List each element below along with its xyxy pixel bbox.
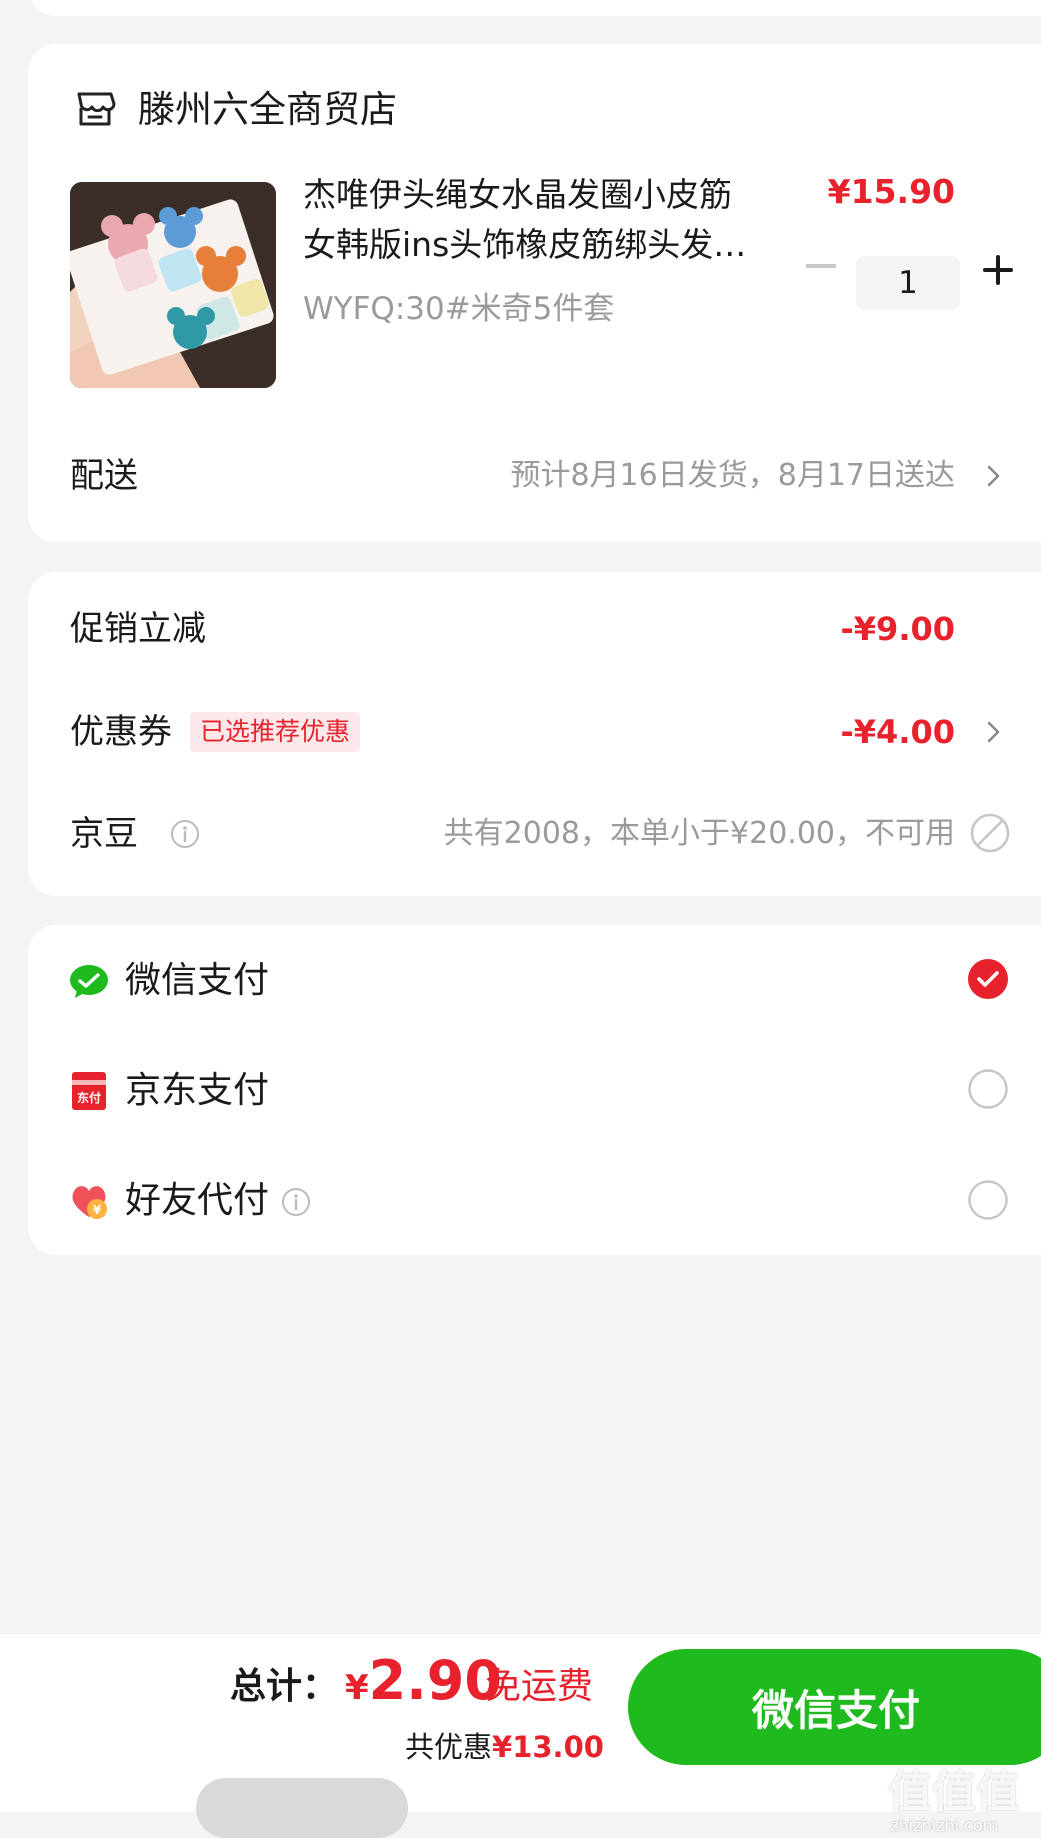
coupon-label[interactable]: 优惠券	[70, 710, 172, 754]
chevron-right-icon[interactable]	[985, 717, 1003, 747]
friend-pay-icon: ¥	[72, 1186, 107, 1219]
payment-method-label[interactable]: 好友代付	[125, 1179, 269, 1223]
radio-unselected-icon[interactable]	[968, 1069, 1008, 1109]
discount-amount: ¥13.00	[492, 1730, 604, 1764]
store-icon	[77, 92, 116, 126]
quantity-decrease-button[interactable]	[806, 264, 836, 268]
svg-text:东付: 东付	[77, 1090, 101, 1105]
home-indicator[interactable]	[196, 1778, 408, 1838]
store-card: 滕州六全商贸店 杰唯伊头绳女水晶发圈小皮筋女韩版ins头饰橡皮筋绑头发发绳	[28, 44, 1041, 542]
discount-card: 促销立减 -¥9.00 优惠券 已选推荐优惠 -¥4.00 京豆 共有2008，…	[28, 572, 1041, 896]
wechat-pay-button[interactable]: 微信支付	[628, 1649, 1041, 1765]
disabled-icon	[970, 813, 1010, 853]
wechat-pay-icon	[70, 965, 108, 998]
previous-card	[28, 0, 1041, 16]
delivery-value[interactable]: 预计8月16日发货，8月17日送达	[510, 454, 955, 498]
quantity-increase-button[interactable]	[980, 252, 1016, 288]
jingdou-label: 京豆	[70, 814, 138, 854]
svg-text:¥: ¥	[93, 1203, 102, 1217]
payment-method-label[interactable]: 微信支付	[125, 959, 269, 1003]
store-name[interactable]: 滕州六全商贸店	[138, 88, 397, 132]
free-shipping-label: 免运费	[485, 1666, 594, 1707]
currency-symbol: ¥	[345, 1668, 369, 1708]
payment-methods-card: 微信支付 东付 京东支付 ¥ 好友代付	[28, 925, 1041, 1255]
checkout-bar: 总计： ¥2.90 免运费 共优惠¥13.00 微信支付 值值值 zhizhiz…	[0, 1633, 1041, 1838]
jingdou-value: 共有2008，本单小于¥20.00，不可用	[443, 816, 955, 851]
total-price: ¥2.90	[345, 1648, 502, 1727]
product-title[interactable]: 杰唯伊头绳女水晶发圈小皮筋女韩版ins头饰橡皮筋绑头发发绳	[303, 170, 753, 270]
total-amount: 2.90	[368, 1649, 502, 1712]
product-price: ¥15.90	[827, 172, 955, 211]
hair-clips-image	[70, 182, 276, 388]
radio-selected-icon[interactable]	[968, 959, 1008, 999]
quantity-input[interactable]: 1	[856, 256, 960, 310]
chevron-right-icon[interactable]	[985, 461, 1003, 491]
radio-unselected-icon[interactable]	[968, 1180, 1008, 1220]
delivery-label: 配送	[70, 456, 138, 496]
promo-value: -¥9.00	[840, 610, 956, 648]
jd-pay-icon: 东付	[72, 1072, 106, 1110]
info-icon[interactable]	[281, 1187, 311, 1217]
product-image[interactable]	[70, 182, 276, 388]
watermark-url: zhizhizhi.com	[890, 1816, 999, 1835]
coupon-badge: 已选推荐优惠	[190, 712, 361, 752]
info-icon[interactable]	[170, 819, 200, 849]
coupon-value[interactable]: -¥4.00	[841, 710, 956, 754]
total-discount[interactable]: 共优惠¥13.00	[405, 1726, 604, 1768]
discount-prefix: 共优惠	[405, 1730, 493, 1764]
promo-label: 促销立减	[70, 609, 206, 649]
total-label: 总计：	[230, 1666, 339, 1707]
product-spec[interactable]: WYFQ:30#米奇5件套	[303, 288, 614, 330]
payment-method-label[interactable]: 京东支付	[125, 1069, 269, 1113]
